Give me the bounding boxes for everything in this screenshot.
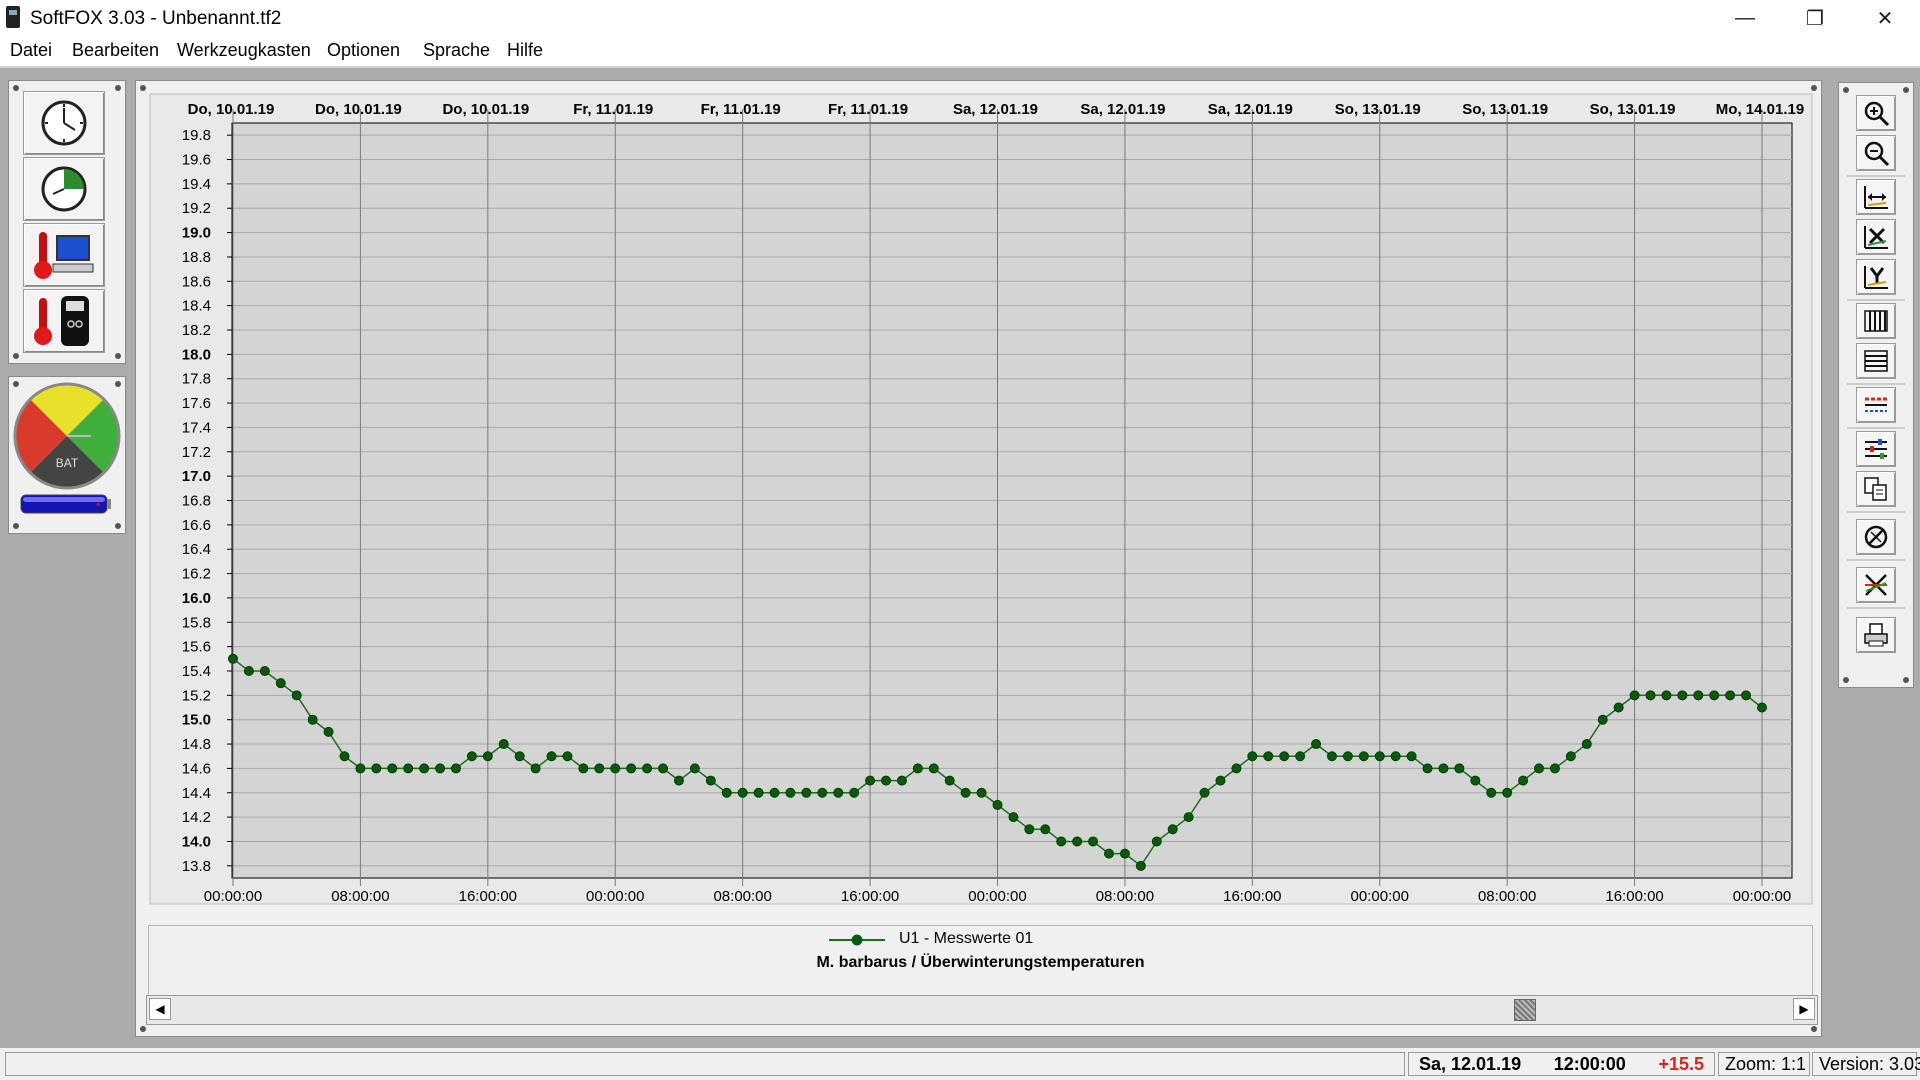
vertical-grid-icon (1864, 310, 1888, 332)
fit-x-icon (1864, 186, 1888, 209)
interval-clock-button[interactable] (23, 157, 105, 221)
legend-label: U1 - Messwerte 01 (899, 930, 1034, 947)
clock-icon (41, 100, 87, 146)
scroll-left-arrow[interactable]: ◀ (149, 998, 171, 1020)
horizontal-grid-button[interactable] (1856, 343, 1896, 379)
color-lines-icon (1865, 397, 1887, 412)
zoom-in-button[interactable] (1856, 95, 1896, 131)
print-icon (1864, 623, 1888, 647)
chart-caption: M. barbarus / Überwinterungstemperaturen (816, 954, 1145, 971)
settings-sliders-icon (1865, 439, 1887, 459)
thermometer-logger-icon (34, 296, 89, 346)
menu-bearbeiten[interactable]: Bearbeiten (72, 40, 159, 61)
svg-text:+: + (95, 500, 101, 511)
read-logger-device-button[interactable] (23, 289, 105, 353)
settings-button[interactable] (1856, 431, 1896, 467)
battery-panel: BAT + (8, 376, 126, 534)
zoom-out-button[interactable] (1856, 135, 1896, 171)
menu-separator (0, 66, 1920, 68)
right-toolbar (1838, 82, 1914, 688)
read-logger-pc-button[interactable] (23, 223, 105, 287)
copy-button[interactable] (1856, 471, 1896, 507)
window-title: SoftFOX 3.03 - Unbenannt.tf2 (30, 8, 282, 29)
status-cursor-readout: Sa, 12.01.19 12:00:00 +15.5 (1408, 1052, 1715, 1076)
scroll-right-arrow[interactable]: ▶ (1793, 998, 1815, 1020)
horizontal-grid-icon (1864, 350, 1888, 372)
zoom-out-icon (1864, 141, 1890, 167)
close-button[interactable]: ✕ (1850, 0, 1920, 36)
chart-panel (135, 80, 1822, 1037)
clock-button[interactable] (23, 91, 105, 155)
menu-optionen[interactable]: Optionen (327, 40, 400, 61)
zoom-x-button[interactable] (1856, 219, 1896, 255)
vertical-grid-button[interactable] (1856, 303, 1896, 339)
copy-icon (1864, 477, 1887, 501)
legend-marker (829, 934, 885, 946)
restore-button[interactable]: ❐ (1780, 0, 1850, 36)
title-bar: SoftFOX 3.03 - Unbenannt.tf2 — ❐ ✕ (0, 0, 1920, 36)
zoom-y-button[interactable] (1856, 259, 1896, 295)
clock-segment-icon (41, 166, 87, 212)
status-bar: Sa, 12.01.19 12:00:00 +15.5 Zoom: 1:1 Ve… (0, 1048, 1920, 1080)
delete-button[interactable] (1856, 519, 1896, 555)
left-tool-panel (8, 80, 126, 364)
menu-werkzeugkasten[interactable]: Werkzeugkasten (177, 40, 311, 61)
color-lines-button[interactable] (1856, 387, 1896, 423)
thermometer-computer-icon (34, 232, 94, 279)
gauge-label: BAT (56, 456, 79, 470)
status-date: Sa, 12.01.19 (1419, 1053, 1522, 1074)
battery-gauge: BAT + (13, 382, 121, 514)
menu-bar: Datei Bearbeiten Werkzeugkasten Optionen… (0, 36, 1920, 66)
print-button[interactable] (1856, 617, 1896, 653)
status-time: 12:00:00 (1553, 1053, 1626, 1074)
menu-sprache[interactable]: Sprache (423, 40, 490, 61)
zoom-x-icon (1864, 226, 1888, 249)
zoom-y-icon (1864, 266, 1888, 289)
fit-x-button[interactable] (1856, 179, 1896, 215)
minimize-button[interactable]: — (1710, 0, 1780, 36)
horizontal-scrollbar[interactable]: ◀ ▶ (146, 995, 1818, 1025)
scroll-thumb[interactable] (1513, 999, 1536, 1021)
menu-datei[interactable]: Datei (10, 40, 52, 61)
cut-button[interactable] (1856, 567, 1896, 603)
status-message (5, 1052, 1405, 1076)
no-entry-icon (1864, 525, 1888, 549)
cut-icon (1865, 574, 1887, 596)
status-zoom: Zoom: 1:1 (1718, 1052, 1810, 1076)
zoom-in-icon (1864, 101, 1890, 127)
status-value: +15.5 (1658, 1053, 1704, 1074)
menu-hilfe[interactable]: Hilfe (507, 40, 543, 61)
app-icon (6, 6, 20, 28)
status-version: Version: 3.03 (1812, 1052, 1920, 1076)
